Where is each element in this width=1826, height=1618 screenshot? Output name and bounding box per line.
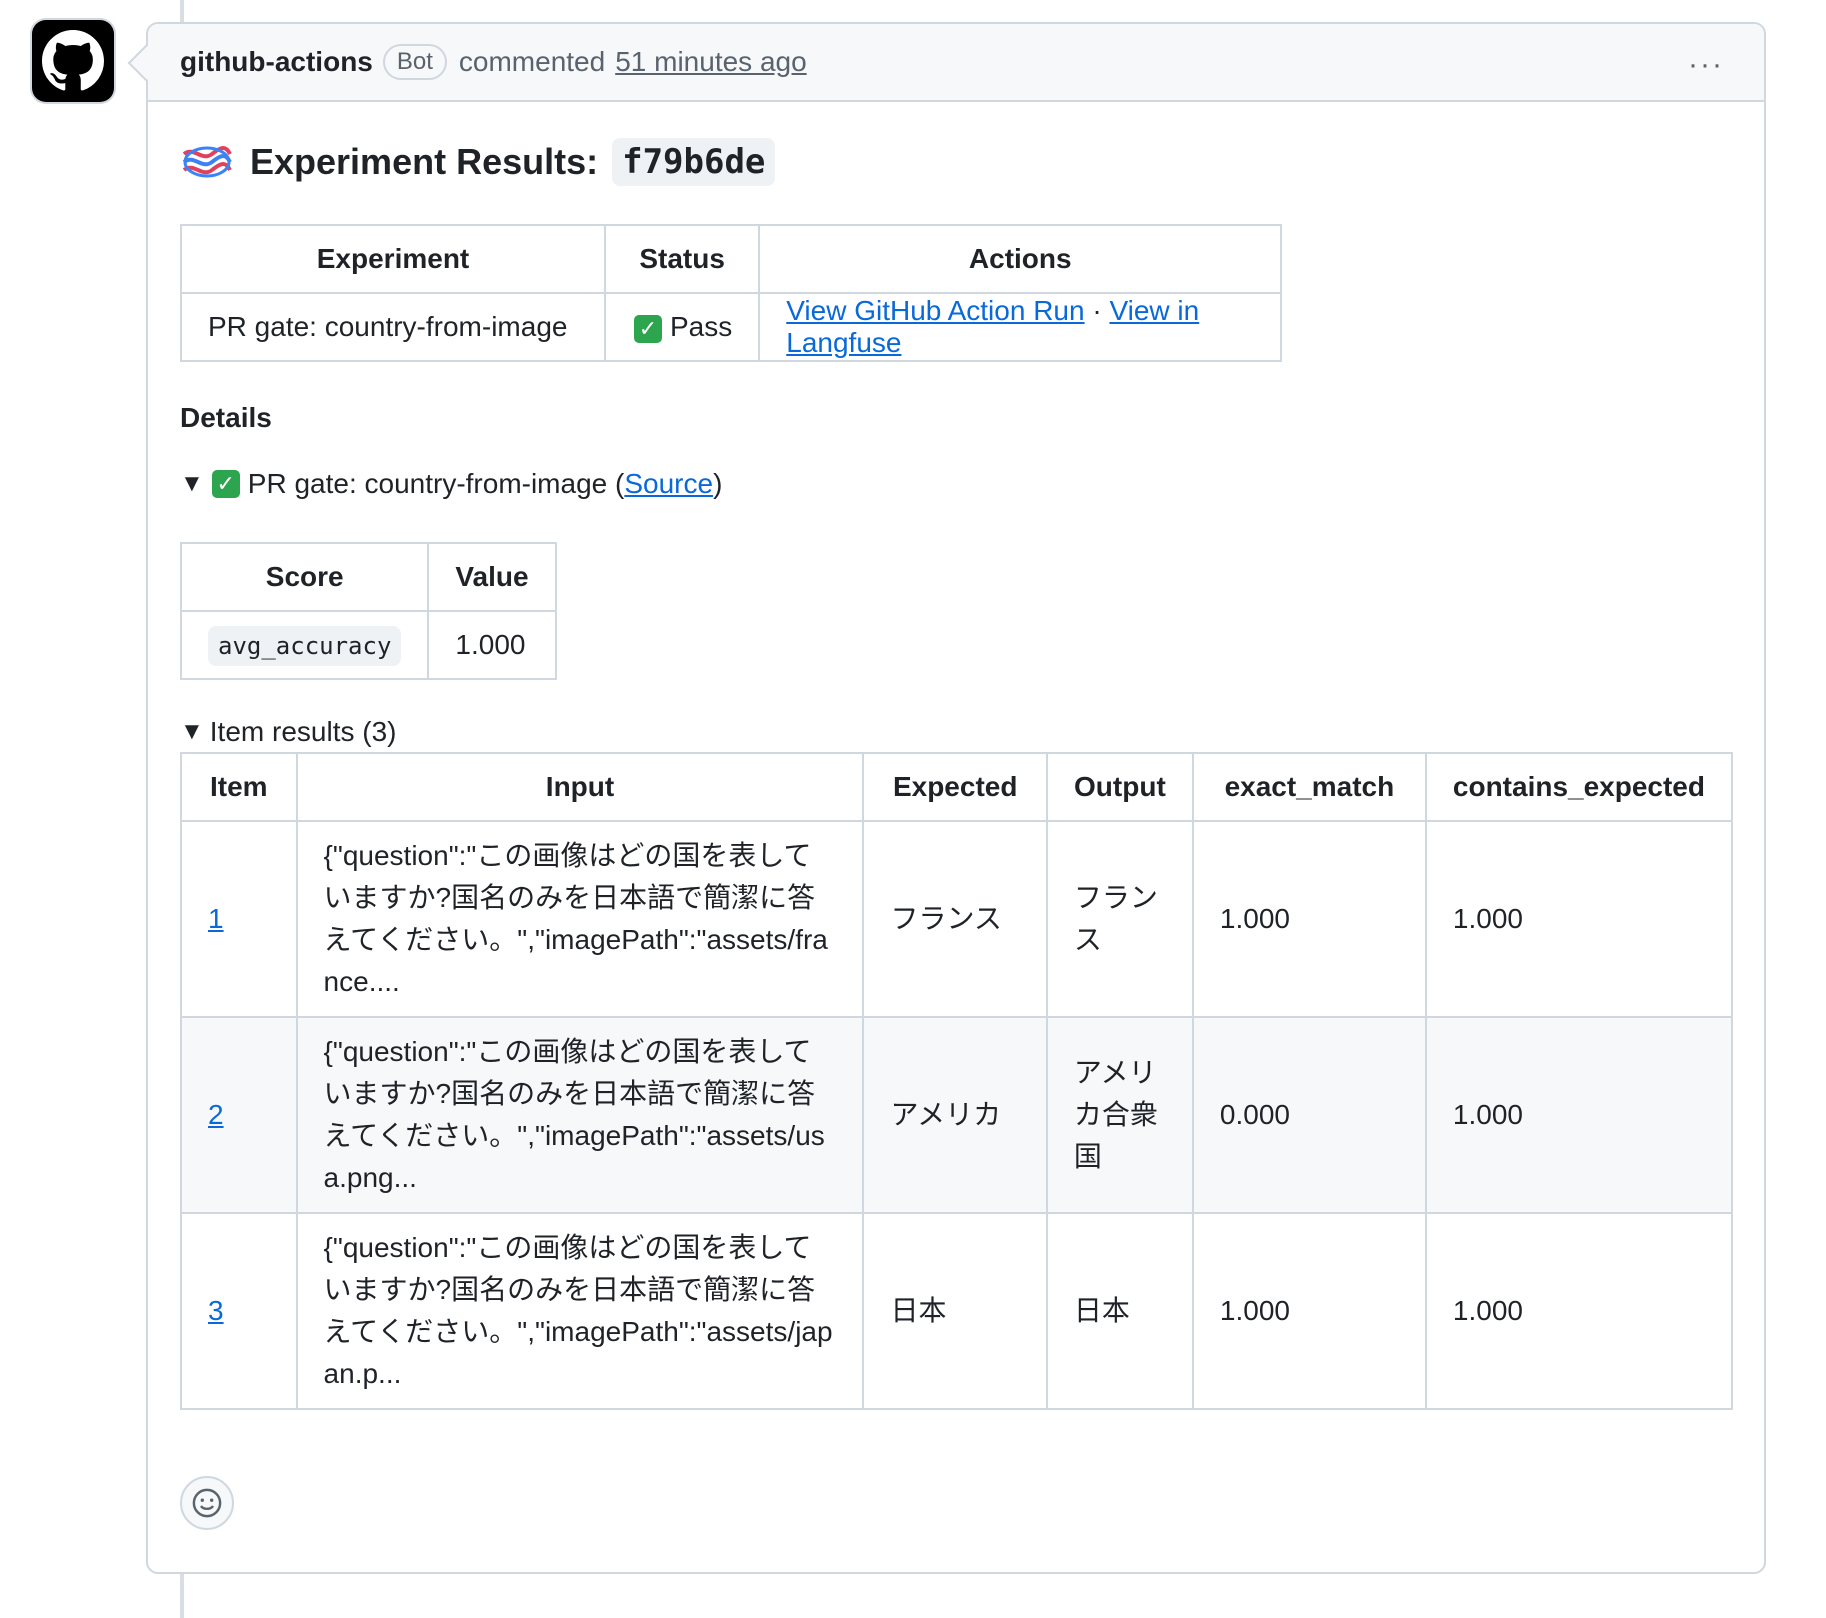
item-input: {"question":"この画像はどの国を表していますか?国名のみを日本語で簡… (295, 1212, 865, 1410)
score-header-value: Value (427, 542, 557, 612)
score-value: 1.000 (427, 610, 557, 680)
score-table: Score Value avg_accuracy 1.000 (179, 542, 557, 680)
item-header-item: Item (180, 752, 298, 822)
item-expected: 日本 (862, 1212, 1048, 1410)
item-results-table: Item Input Expected Output exact_match c… (180, 752, 1734, 1410)
table-row: 1 {"question":"この画像はどの国を表していますか?国名のみを日本語… (180, 820, 1734, 1018)
score-header-score: Score (179, 542, 430, 612)
avatar[interactable] (32, 20, 114, 102)
item-results-label: Item results (3) (209, 716, 397, 747)
triangle-down-icon[interactable]: ▼ (180, 718, 204, 746)
summary-actions-cell: View GitHub Action Run · View in Langfus… (758, 292, 1283, 362)
details-summary[interactable]: ▼ ✓ PR gate: country-from-image (Source) (180, 468, 1732, 500)
item-output: 日本 (1045, 1212, 1194, 1410)
report-title: Experiment Results: f79b6de (180, 138, 1732, 186)
check-icon: ✓ (211, 470, 240, 498)
item-exact-match: 0.000 (1191, 1016, 1427, 1214)
table-row: 3 {"question":"この画像はどの国を表していますか?国名のみを日本語… (180, 1212, 1734, 1410)
bot-badge: Bot (382, 44, 447, 80)
item-expected: アメリカ (862, 1016, 1048, 1214)
langfuse-logo-icon (182, 146, 232, 178)
details-heading: Details (180, 402, 272, 433)
summary-experiment: PR gate: country-from-image (180, 292, 606, 362)
table-row: 2 {"question":"この画像はどの国を表していますか?国名のみを日本語… (180, 1016, 1734, 1214)
item-input: {"question":"この画像はどの国を表していますか?国名のみを日本語で簡… (295, 1016, 865, 1214)
comment-timestamp[interactable]: 51 minutes ago (615, 46, 806, 78)
item-header-exact-match: exact_match (1191, 752, 1427, 822)
item-header-input: Input (295, 752, 865, 822)
item-link[interactable]: 1 (208, 903, 224, 934)
item-header-output: Output (1045, 752, 1194, 822)
github-logo-icon (42, 30, 104, 91)
item-id-cell: 2 (180, 1016, 298, 1214)
item-header-expected: Expected (862, 752, 1048, 822)
comment-header: github-actions Bot commented 51 minutes … (127, 24, 1764, 102)
item-link[interactable]: 3 (208, 1295, 224, 1326)
score-name-cell: avg_accuracy (179, 610, 430, 680)
view-action-run-link[interactable]: View GitHub Action Run (786, 295, 1084, 326)
check-icon: ✓ (634, 315, 662, 343)
item-contains-expected: 1.000 (1424, 1016, 1734, 1214)
summary-table: Experiment Status Actions PR gate: count… (180, 224, 1283, 362)
details-summary-close: ) (713, 468, 723, 499)
item-link[interactable]: 2 (208, 1099, 224, 1130)
item-id-cell: 3 (180, 1212, 298, 1410)
comment-body: Experiment Results: f79b6de Experiment S… (148, 138, 1764, 1410)
smiley-icon (192, 1488, 222, 1518)
details-summary-label: PR gate: country-from-image ( (247, 468, 625, 499)
item-output: フランス (1045, 820, 1194, 1018)
summary-header-experiment: Experiment (180, 224, 606, 294)
comment-arrow (127, 44, 165, 82)
item-exact-match: 1.000 (1191, 1212, 1427, 1410)
item-output: アメリカ合衆国 (1045, 1016, 1194, 1214)
item-contains-expected: 1.000 (1424, 820, 1734, 1018)
report-title-text: Experiment Results: (250, 141, 599, 182)
item-exact-match: 1.000 (1191, 820, 1427, 1018)
actions-separator: · (1092, 295, 1102, 326)
item-input: {"question":"この画像はどの国を表していますか?国名のみを日本語で簡… (295, 820, 865, 1018)
summary-header-status: Status (603, 224, 761, 294)
item-contains-expected: 1.000 (1424, 1212, 1734, 1410)
item-header-contains-expected: contains_expected (1424, 752, 1734, 822)
triangle-down-icon[interactable]: ▼ (180, 470, 204, 498)
item-expected: フランス (862, 820, 1048, 1018)
source-link[interactable]: Source (624, 468, 713, 500)
commit-sha: f79b6de (612, 138, 776, 186)
comment-action: commented (458, 46, 606, 77)
kebab-icon[interactable]: ··· (1688, 48, 1724, 82)
comment-author[interactable]: github-actions (180, 46, 373, 78)
summary-status: Pass (670, 311, 733, 342)
item-id-cell: 1 (180, 820, 298, 1018)
summary-header-actions: Actions (758, 224, 1283, 294)
score-name: avg_accuracy (208, 626, 402, 666)
add-reaction-button[interactable] (180, 1476, 234, 1530)
comment-card: github-actions Bot commented 51 minutes … (127, 22, 1766, 1574)
item-results-summary[interactable]: ▼ Item results (3) (180, 716, 1732, 748)
summary-status-cell: ✓ Pass (603, 292, 761, 362)
